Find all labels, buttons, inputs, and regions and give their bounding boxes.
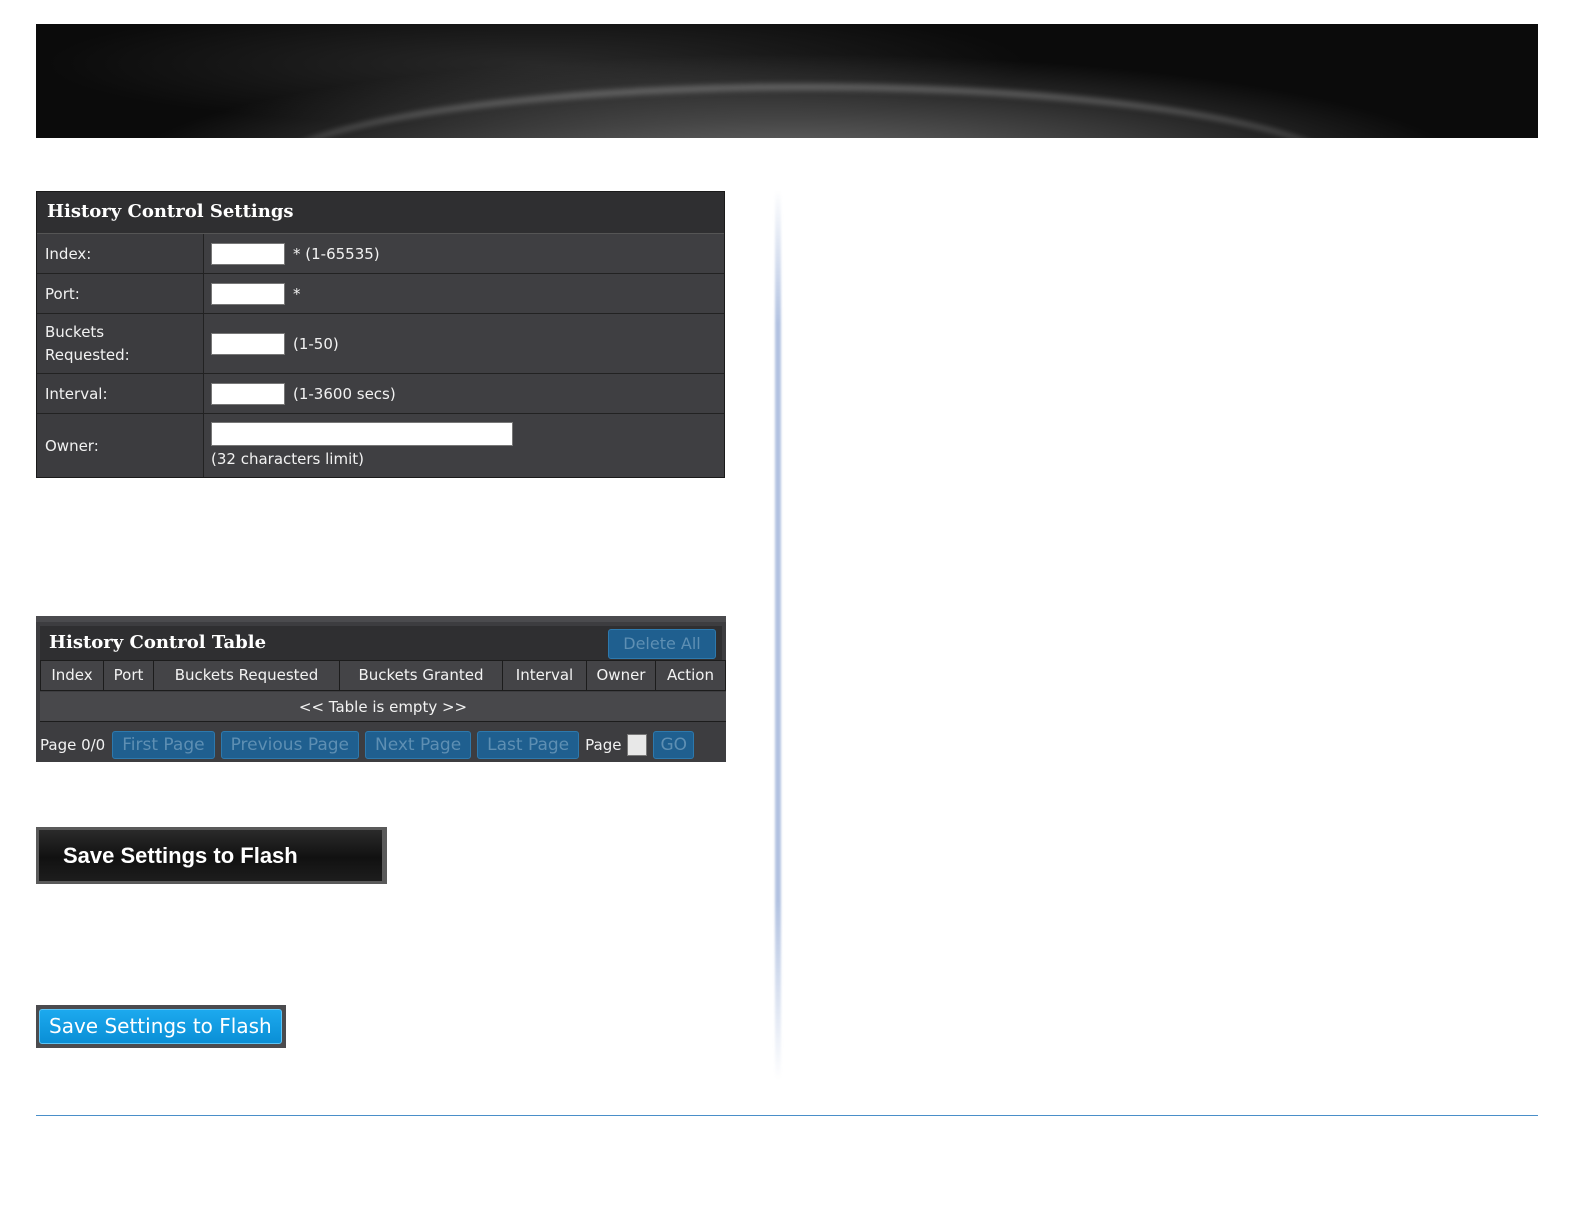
port-row: Port: * xyxy=(37,274,724,314)
index-row: Index: * (1-65535) xyxy=(37,234,724,274)
go-button[interactable]: GO xyxy=(653,731,695,759)
owner-input[interactable] xyxy=(211,422,513,446)
column-header-buckets-granted: Buckets Granted xyxy=(340,660,503,691)
save-settings-blue-button[interactable]: Save Settings to Flash xyxy=(39,1009,282,1044)
history-control-table-panel: History Control Table Delete All Index P… xyxy=(36,616,726,762)
buckets-requested-input[interactable] xyxy=(211,332,285,355)
page-status: Page 0/0 xyxy=(40,736,106,754)
settings-title: History Control Settings xyxy=(37,192,724,234)
page-jump-label: Page xyxy=(585,736,622,754)
port-label: Port: xyxy=(37,274,204,313)
next-page-button[interactable]: Next Page xyxy=(364,731,472,759)
interval-hint: (1-3600 secs) xyxy=(293,384,396,403)
column-header-owner: Owner xyxy=(587,660,656,691)
interval-input[interactable] xyxy=(211,382,285,405)
save-settings-dark-button-frame: Save Settings to Flash xyxy=(36,827,387,884)
column-header-buckets-requested: Buckets Requested xyxy=(154,660,340,691)
table-header: Index Port Buckets Requested Buckets Gra… xyxy=(40,660,726,691)
table-title-text: History Control Table xyxy=(49,632,267,653)
previous-page-button[interactable]: Previous Page xyxy=(220,731,359,759)
column-header-port: Port xyxy=(104,660,154,691)
buckets-label-line1: Buckets xyxy=(45,322,105,341)
pagination-bar: Page 0/0 First Page Previous Page Next P… xyxy=(40,730,700,760)
interval-value-cell: (1-3600 secs) xyxy=(211,374,396,413)
interval-label: Interval: xyxy=(37,374,204,413)
save-settings-dark-button[interactable]: Save Settings to Flash xyxy=(39,830,382,881)
footer-divider xyxy=(36,1115,1538,1116)
buckets-label-line2: Requested: xyxy=(45,345,130,364)
index-label: Index: xyxy=(37,234,204,273)
index-input[interactable] xyxy=(211,242,285,265)
column-header-index: Index xyxy=(40,660,104,691)
table-empty-row: << Table is empty >> xyxy=(40,692,726,722)
index-value-cell: * (1-65535) xyxy=(211,234,380,273)
port-input[interactable] xyxy=(211,282,285,305)
buckets-requested-row: Buckets Requested: (1-50) xyxy=(37,314,724,374)
column-header-action: Action xyxy=(656,660,726,691)
port-value-cell: * xyxy=(211,274,301,313)
history-control-settings-panel: History Control Settings Index: * (1-655… xyxy=(36,191,725,478)
page-number-input[interactable] xyxy=(627,734,648,756)
delete-all-button[interactable]: Delete All xyxy=(608,629,716,659)
vertical-divider xyxy=(775,190,781,1080)
table-title: History Control Table Delete All xyxy=(40,626,722,660)
interval-row: Interval: (1-3600 secs) xyxy=(37,374,724,414)
save-settings-blue-button-frame: Save Settings to Flash xyxy=(36,1005,286,1048)
column-header-interval: Interval xyxy=(503,660,587,691)
port-hint: * xyxy=(293,284,301,303)
buckets-requested-label: Buckets Requested: xyxy=(37,314,204,373)
index-hint: * (1-65535) xyxy=(293,244,380,263)
header-banner xyxy=(36,24,1538,138)
owner-hint: (32 characters limit) xyxy=(211,450,364,468)
last-page-button[interactable]: Last Page xyxy=(477,731,580,759)
first-page-button[interactable]: First Page xyxy=(112,731,215,759)
owner-label: Owner: xyxy=(37,414,204,477)
buckets-hint: (1-50) xyxy=(293,334,339,353)
owner-row: Owner: (32 characters limit) xyxy=(37,414,724,477)
buckets-value-cell: (1-50) xyxy=(211,314,339,373)
